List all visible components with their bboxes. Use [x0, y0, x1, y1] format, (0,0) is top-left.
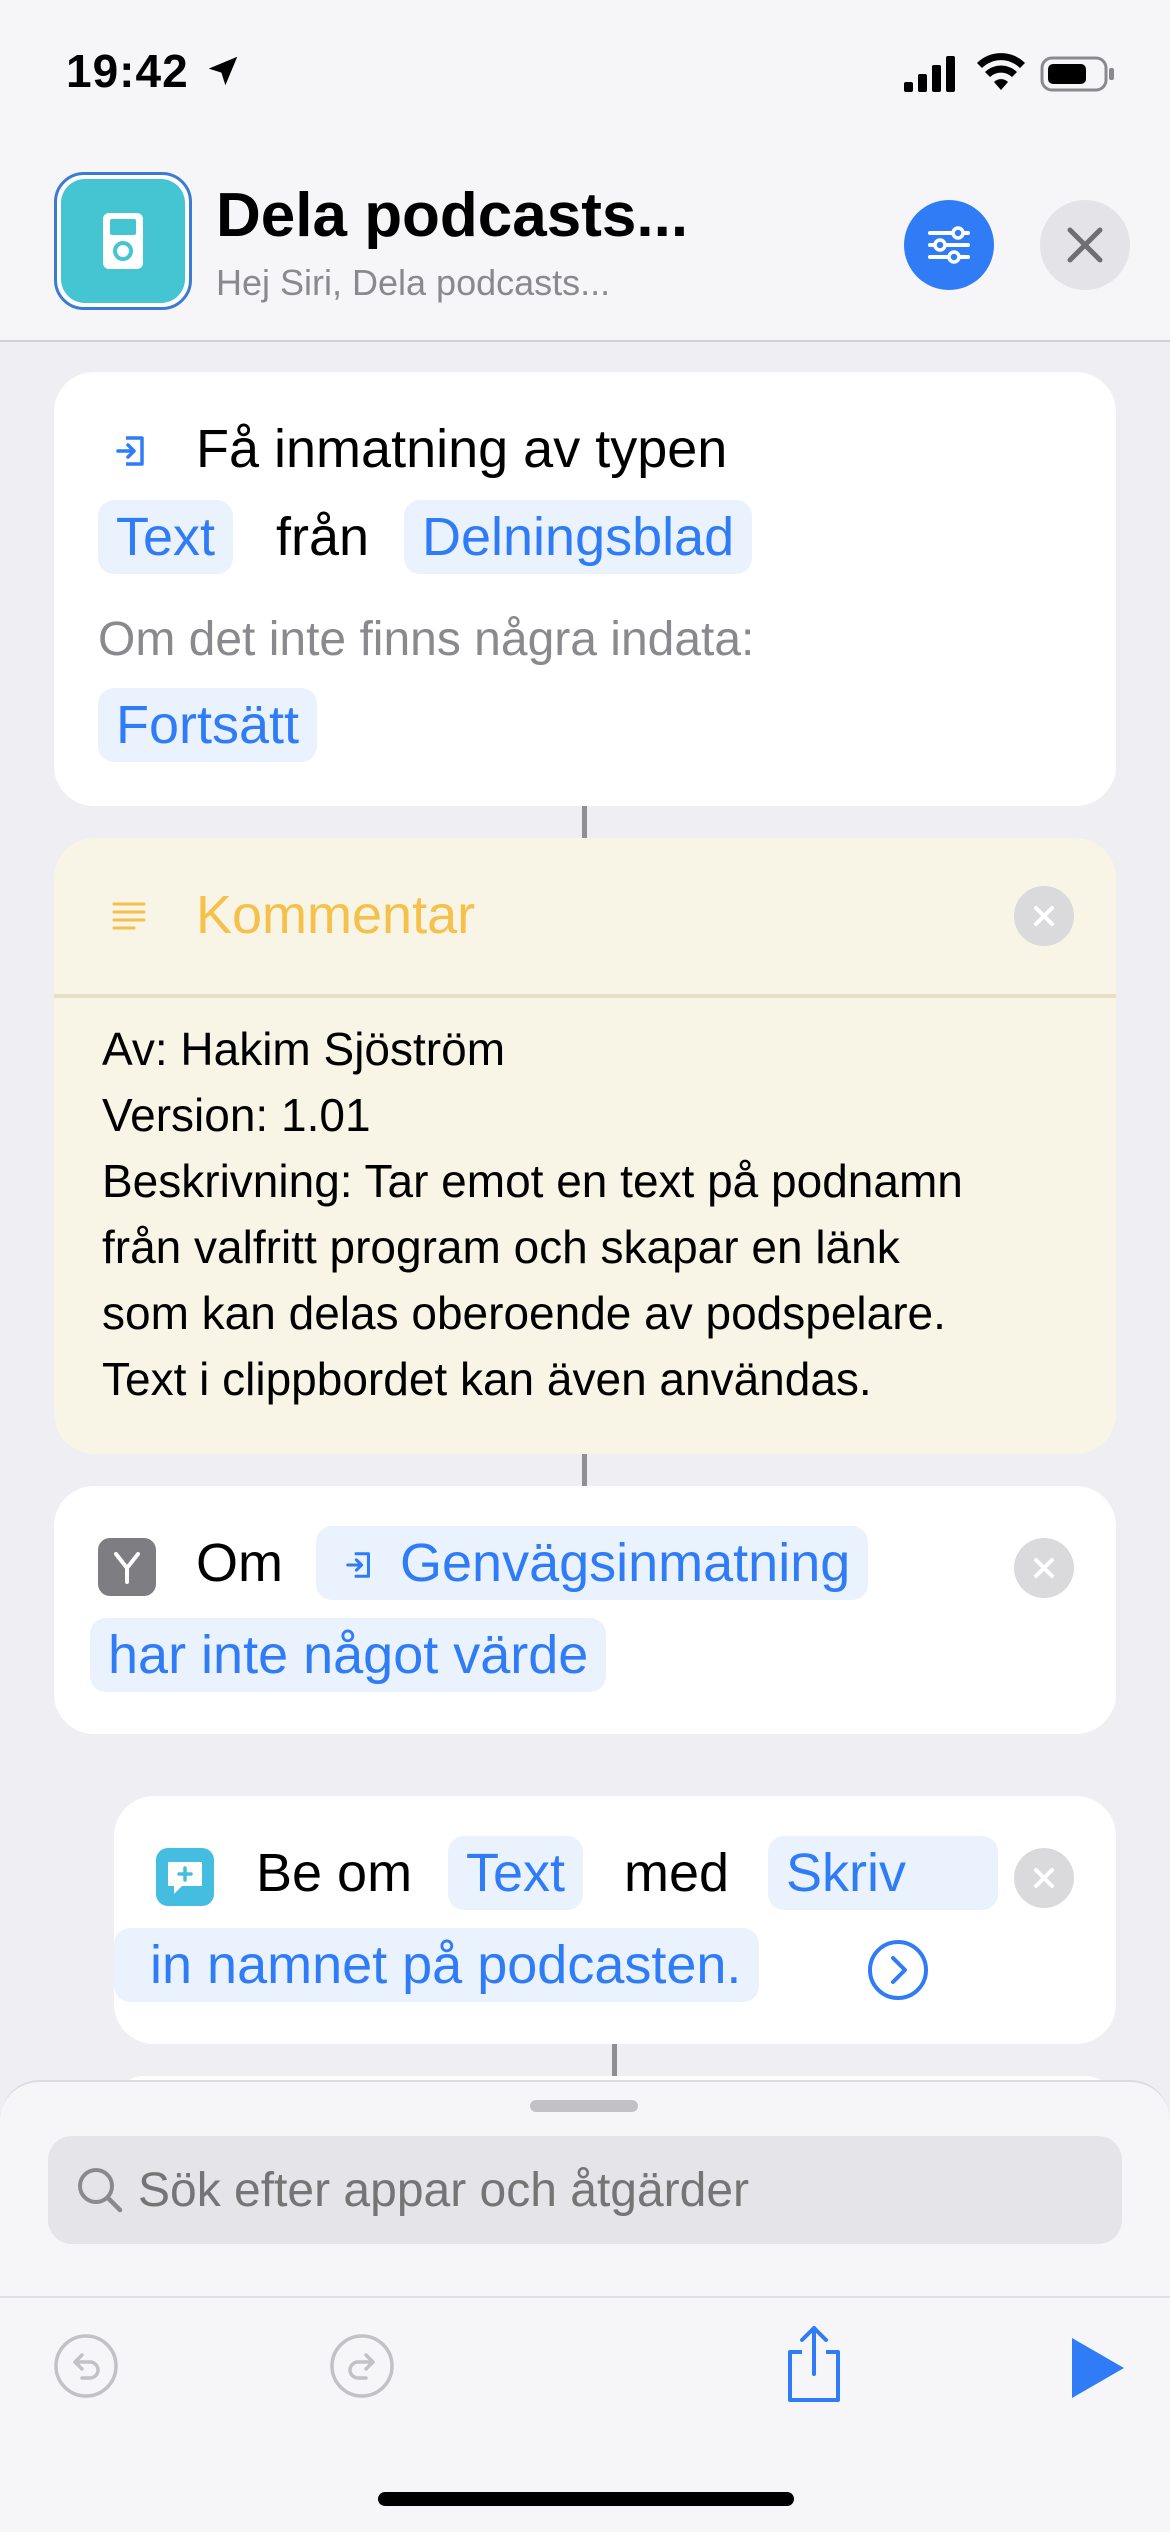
from-label: från — [276, 507, 370, 567]
settings-button[interactable] — [904, 200, 994, 290]
remove-action-button[interactable] — [1014, 1848, 1074, 1908]
home-indicator — [378, 2492, 794, 2506]
remove-action-button[interactable] — [1014, 1538, 1074, 1598]
input-arrow-icon — [346, 1552, 370, 1578]
branch-icon — [98, 1538, 156, 1596]
shortcut-header: Dela podcasts... Hej Siri, Dela podcasts… — [0, 150, 1170, 342]
with-label: med — [624, 1843, 730, 1903]
input-type-pill[interactable]: Text — [98, 500, 234, 574]
if-condition-pill[interactable]: har inte något värde — [90, 1618, 607, 1692]
action-ask-for-input[interactable]: Be om Text med Skriv in namnet på podcas… — [114, 1796, 1116, 2044]
input-arrow-icon — [116, 436, 144, 466]
connector-line — [582, 806, 587, 838]
sliders-icon — [928, 226, 970, 264]
if-variable-label: Genvägsinmatning — [400, 1533, 851, 1593]
comment-line: Text i clippbordet kan även användas. — [102, 1353, 872, 1405]
speech-bubble-plus-icon — [156, 1848, 214, 1906]
comment-line: Version: 1.01 — [102, 1089, 371, 1141]
remove-action-button[interactable] — [1014, 886, 1074, 946]
action-comment[interactable]: Kommentar Av: Hakim Sjöström Version: 1.… — [54, 838, 1116, 1454]
status-bar: 19:42 — [0, 0, 1170, 150]
close-button[interactable] — [1040, 200, 1130, 290]
status-time: 19:42 — [66, 45, 189, 97]
battery-icon — [1040, 56, 1114, 92]
close-icon — [1034, 1868, 1054, 1888]
shortcut-icon[interactable] — [54, 172, 192, 310]
comment-text[interactable]: Av: Hakim Sjöström Version: 1.01 Beskriv… — [102, 1016, 1092, 1412]
sheet-grabber[interactable] — [530, 2100, 638, 2112]
ask-label: Be om — [256, 1843, 413, 1903]
search-bar[interactable] — [48, 2136, 1122, 2244]
play-icon[interactable] — [1060, 2332, 1132, 2404]
expand-chevron-icon[interactable] — [866, 1938, 930, 2002]
ipod-icon — [103, 213, 143, 269]
if-variable-pill[interactable]: Genvägsinmatning — [316, 1526, 869, 1600]
wifi-icon — [977, 53, 1025, 90]
share-icon[interactable] — [776, 2322, 852, 2406]
close-icon — [1067, 227, 1103, 263]
action-if[interactable]: Om Genvägsinmatning har inte något värde — [54, 1486, 1116, 1734]
close-icon — [1034, 906, 1054, 926]
location-arrow-icon — [208, 56, 238, 86]
comment-line: från valfritt program och skapar en länk — [102, 1221, 900, 1273]
comment-line: Beskrivning: Tar emot en text på podnamn — [102, 1155, 963, 1207]
no-input-pill[interactable]: Fortsätt — [98, 688, 318, 762]
shortcut-title[interactable]: Dela podcasts... — [216, 180, 688, 251]
close-icon — [1034, 1558, 1054, 1578]
action-title: Få inmatning av typen — [196, 419, 728, 479]
redo-icon[interactable] — [326, 2330, 398, 2402]
shortcut-subtitle: Hej Siri, Dela podcasts... — [216, 262, 611, 303]
lines-icon — [112, 902, 146, 930]
ask-prompt-pill-continued[interactable]: in namnet på podcasten. — [114, 1928, 760, 2002]
connector-line — [612, 2044, 617, 2076]
cellular-signal-icon — [904, 56, 955, 92]
comment-title: Kommentar — [196, 885, 476, 945]
comment-divider — [54, 994, 1116, 998]
no-input-label: Om det inte finns några indata: — [98, 613, 755, 666]
comment-line: som kan delas oberoende av podspelare. — [102, 1287, 946, 1339]
action-get-input[interactable]: Få inmatning av typen Text från Delnings… — [54, 372, 1116, 806]
comment-line: Av: Hakim Sjöström — [102, 1023, 506, 1075]
connector-line — [582, 1454, 587, 1486]
input-source-pill[interactable]: Delningsblad — [404, 500, 753, 574]
search-icon — [78, 2168, 123, 2213]
ask-type-pill[interactable]: Text — [448, 1836, 584, 1910]
undo-icon[interactable] — [50, 2330, 122, 2402]
search-input[interactable] — [138, 2158, 1098, 2222]
ask-prompt-pill[interactable]: Skriv — [768, 1836, 998, 1910]
if-label: Om — [196, 1533, 283, 1593]
